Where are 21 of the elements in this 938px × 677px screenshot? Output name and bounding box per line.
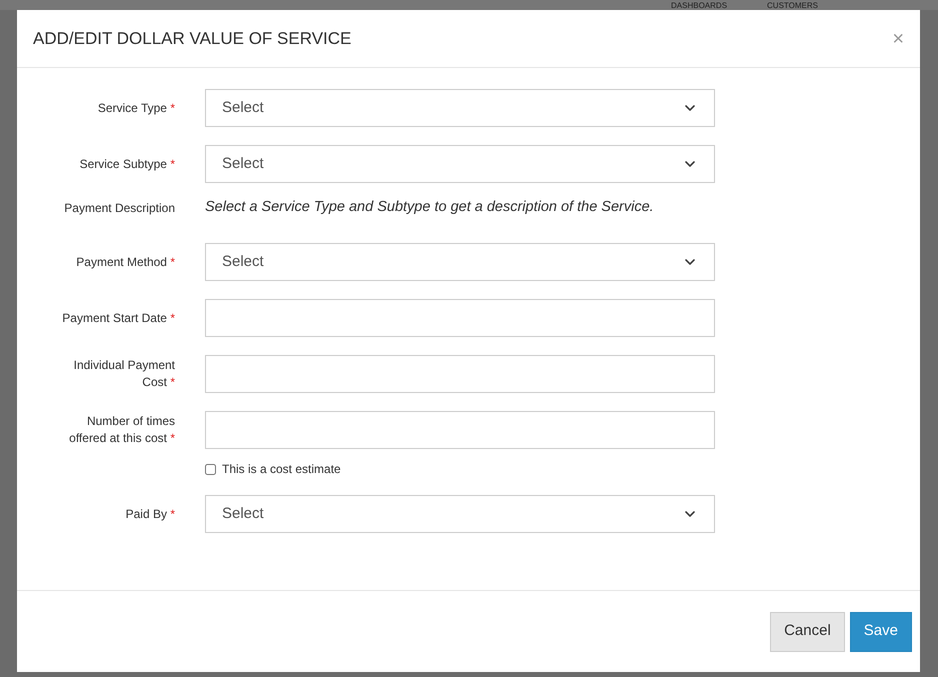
- field-label: Payment Method *: [76, 254, 175, 268]
- checkbox[interactable]: [205, 464, 216, 474]
- dialog-title: ADD/EDIT DOLLAR VALUE OF SERVICE: [33, 28, 352, 50]
- input-field[interactable]: [205, 299, 715, 337]
- field-label: Payment Start Date *: [62, 310, 175, 324]
- field-label: Individual Payment Cost *: [74, 358, 175, 389]
- field-label: Service Subtype *: [80, 156, 175, 170]
- field-label: Payment Description: [64, 200, 175, 214]
- input-field[interactable]: [205, 411, 715, 449]
- field-label: Service Type *: [98, 100, 175, 114]
- select-field[interactable]: Select: [205, 243, 715, 281]
- select-field[interactable]: Select: [205, 145, 715, 183]
- input-field[interactable]: [205, 355, 715, 393]
- field-label: Number of times offered at this cost *: [69, 414, 175, 445]
- select-field[interactable]: Select: [205, 89, 715, 127]
- description-text: Select a Service Type and Subtype to get a description of the Service.: [205, 198, 654, 218]
- checkbox-label: This is a cost estimate: [222, 461, 341, 478]
- field-label: Paid By *: [126, 506, 175, 520]
- save-button[interactable]: Save: [850, 612, 912, 652]
- cancel-button[interactable]: Cancel: [770, 612, 845, 652]
- select-field[interactable]: Select: [205, 495, 715, 533]
